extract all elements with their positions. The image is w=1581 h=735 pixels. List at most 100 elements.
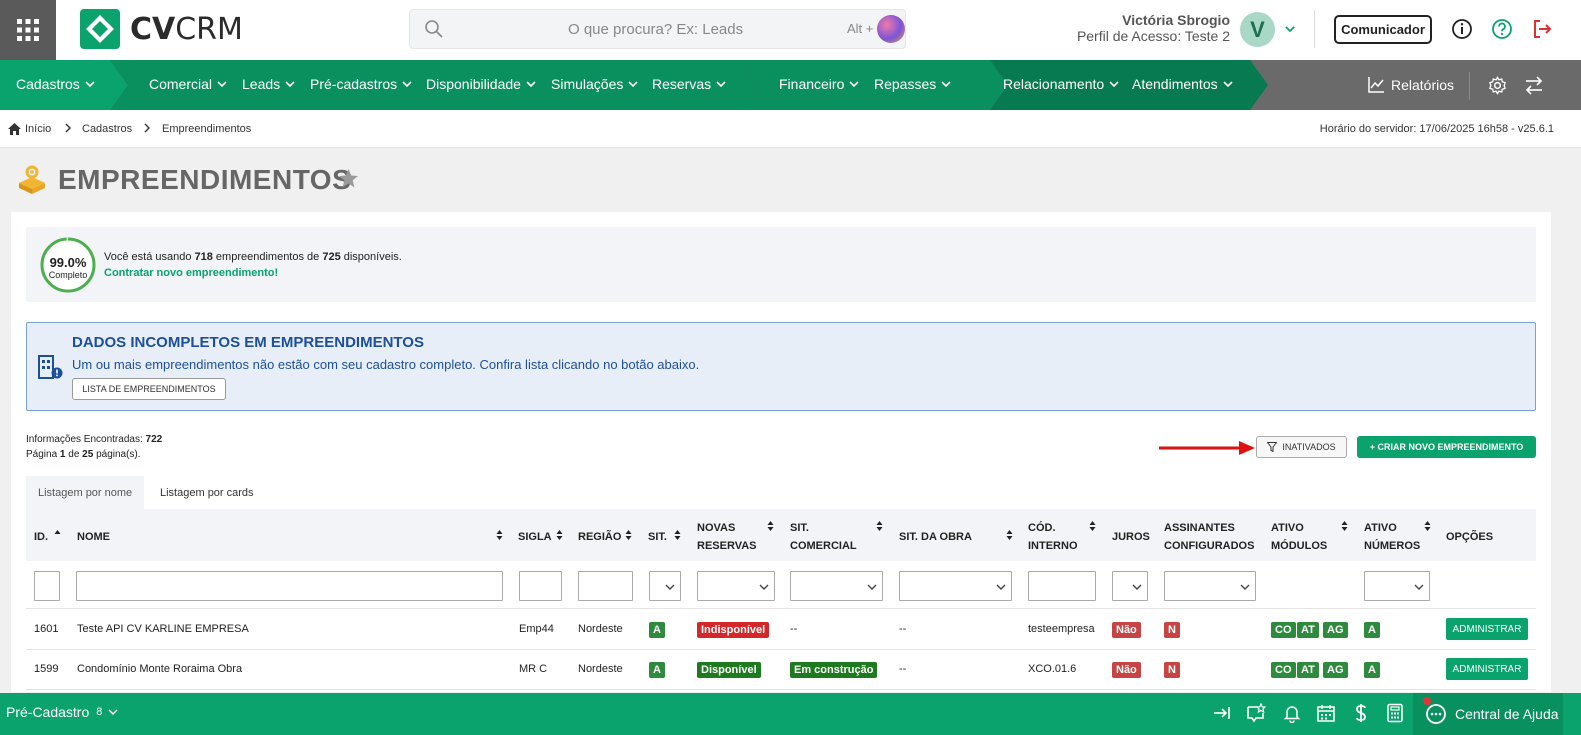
status-badge: Disponível — [697, 662, 761, 678]
nav-cadastros[interactable]: Cadastros — [16, 76, 95, 92]
status-badge: A — [1364, 662, 1380, 678]
filter-ativo-numeros-select[interactable] — [1364, 571, 1430, 601]
tab-listagem-cards[interactable]: Listagem por cards — [148, 476, 266, 509]
table-row[interactable]: 1599 Condomínio Monte Roraima Obra MR C … — [26, 650, 1536, 690]
avatar[interactable]: V — [1240, 12, 1275, 47]
sort-icon[interactable] — [625, 530, 632, 540]
swap-icon[interactable] — [1524, 76, 1544, 95]
col-regiao[interactable]: REGIÃO — [578, 528, 621, 546]
col-ativo-modulos[interactable]: ATIVO MÓDULOS — [1271, 519, 1327, 555]
user-info[interactable]: Victória Sbrogio Perfil de Acesso: Teste… — [1070, 12, 1230, 44]
sort-icon[interactable] — [876, 521, 883, 531]
home-icon[interactable] — [8, 123, 21, 135]
status-badge: Não — [1112, 622, 1141, 638]
administrar-button[interactable]: ADMINISTRAR — [1446, 618, 1528, 640]
cell-cod-interno: XCO.01.6 — [1028, 663, 1077, 675]
gear-icon[interactable] — [1488, 76, 1507, 95]
col-id[interactable]: ID. — [34, 528, 48, 546]
apps-menu-button[interactable] — [0, 0, 56, 60]
sort-icon[interactable] — [1006, 530, 1013, 540]
star-icon[interactable] — [338, 168, 359, 189]
cell-sit-obra: -- — [899, 623, 907, 635]
sort-asc-icon[interactable] — [54, 529, 61, 539]
table-header: ID. NOME SIGLA REGIÃO SIT. NOVAS RESERVAS… — [26, 509, 1536, 561]
col-sit-obra[interactable]: SIT. DA OBRA — [899, 528, 972, 546]
chevron-down-icon — [1240, 584, 1250, 590]
sort-icon[interactable] — [496, 530, 503, 540]
usage-panel: 99.0% Completo Você está usando 718 empr… — [26, 227, 1536, 302]
col-sit[interactable]: SIT. — [648, 528, 667, 546]
pre-cadastro-menu[interactable]: Pré-Cadastro 8 — [6, 704, 118, 720]
comunicador-button[interactable]: Comunicador — [1334, 15, 1432, 44]
filter-regiao-input[interactable] — [578, 571, 633, 601]
logo-mark-icon — [80, 9, 120, 49]
nav-reservas[interactable]: Reservas — [652, 76, 726, 92]
table-row[interactable]: 1601 Teste API CV KARLINE EMPRESA Emp44 … — [26, 610, 1536, 650]
nav-disponibilidade[interactable]: Disponibilidade — [426, 76, 536, 92]
filter-sit-comercial-select[interactable] — [790, 571, 883, 601]
filter-sit-obra-select[interactable] — [899, 571, 1012, 601]
logout-icon[interactable] — [1531, 18, 1553, 40]
filter-assinantes-select[interactable] — [1164, 571, 1256, 601]
chevron-down-icon[interactable] — [1283, 22, 1297, 36]
usage-percent-label: Completo — [48, 270, 88, 280]
calendar-icon[interactable] — [1316, 703, 1336, 723]
nav-simulacoes[interactable]: Simulações — [551, 76, 638, 92]
filter-id-input[interactable] — [34, 571, 60, 601]
sort-icon[interactable] — [1424, 521, 1431, 531]
nav-financeiro[interactable]: Financeiro — [779, 76, 859, 92]
nav-pre-cadastros[interactable]: Pré-cadastros — [310, 76, 412, 92]
annotation-arrow-icon — [1159, 441, 1255, 455]
inativados-filter-button[interactable]: INATIVADOS — [1256, 436, 1347, 458]
nav-comercial[interactable]: Comercial — [149, 76, 227, 92]
filter-sit-select[interactable] — [649, 571, 681, 601]
bell-icon[interactable] — [1282, 703, 1302, 723]
breadcrumb-inicio[interactable]: Início — [25, 123, 51, 135]
filter-nome-input[interactable] — [76, 571, 503, 601]
sort-icon[interactable] — [674, 530, 681, 540]
chevron-down-icon — [526, 81, 536, 88]
ai-assistant-icon[interactable] — [877, 15, 905, 43]
col-sigla[interactable]: SIGLA — [518, 528, 552, 546]
cell-regiao: Nordeste — [578, 623, 623, 635]
nav-relacionamento[interactable]: Relacionamento — [1003, 76, 1119, 92]
contract-new-link[interactable]: Contratar novo empreendimento! — [104, 267, 278, 279]
chevron-down-icon — [285, 81, 295, 88]
nav-repasses[interactable]: Repasses — [874, 76, 951, 92]
col-nome[interactable]: NOME — [77, 528, 110, 546]
sort-icon[interactable] — [767, 521, 774, 531]
list-empreendimentos-button[interactable]: LISTA DE EMPREENDIMENTOS — [72, 378, 226, 400]
help-icon[interactable] — [1491, 18, 1513, 40]
chat-star-icon[interactable] — [1246, 703, 1266, 723]
col-ativo-numeros[interactable]: ATIVO NÚMEROS — [1364, 519, 1420, 555]
cell-sigla: MR C — [519, 663, 548, 675]
central-de-ajuda-button[interactable]: Central de Ajuda — [1413, 693, 1563, 735]
info-icon[interactable] — [1451, 18, 1473, 40]
sort-icon[interactable] — [1089, 521, 1096, 531]
nav-relatorios[interactable]: Relatórios — [1368, 76, 1454, 93]
calculator-icon[interactable] — [1385, 703, 1405, 723]
status-badge: Em construção — [790, 662, 878, 678]
line-chart-icon — [1368, 77, 1384, 93]
dollar-icon[interactable] — [1351, 703, 1371, 723]
sort-icon[interactable] — [556, 530, 563, 540]
nav-leads[interactable]: Leads — [242, 76, 295, 92]
tab-listagem-nome[interactable]: Listagem por nome — [26, 476, 145, 509]
create-empreendimento-button[interactable]: + CRIAR NOVO EMPREENDIMENTO — [1357, 436, 1536, 458]
view-tabs: Listagem por nome Listagem por cards — [26, 476, 1536, 509]
sort-icon[interactable] — [1341, 521, 1348, 531]
filter-novas-reservas-select[interactable] — [697, 571, 775, 601]
collapse-right-icon[interactable] — [1212, 703, 1232, 723]
col-sit-comercial[interactable]: SIT. COMERCIAL — [790, 519, 857, 555]
cvcrm-logo[interactable]: CVCRM — [80, 9, 243, 49]
col-novas-reservas[interactable]: NOVAS RESERVAS — [697, 519, 757, 555]
col-cod-interno[interactable]: CÓD. INTERNO — [1028, 519, 1078, 555]
filter-cod-interno-input[interactable] — [1028, 571, 1096, 601]
filter-juros-select[interactable] — [1112, 571, 1148, 601]
user-name: Victória Sbrogio — [1122, 12, 1230, 28]
global-search-input[interactable]: O que procura? Ex: Leads Alt + — [409, 9, 906, 49]
filter-sigla-input[interactable] — [519, 571, 562, 601]
breadcrumb-cadastros[interactable]: Cadastros — [82, 123, 132, 135]
administrar-button[interactable]: ADMINISTRAR — [1446, 658, 1528, 680]
nav-atendimentos[interactable]: Atendimentos — [1132, 76, 1233, 92]
